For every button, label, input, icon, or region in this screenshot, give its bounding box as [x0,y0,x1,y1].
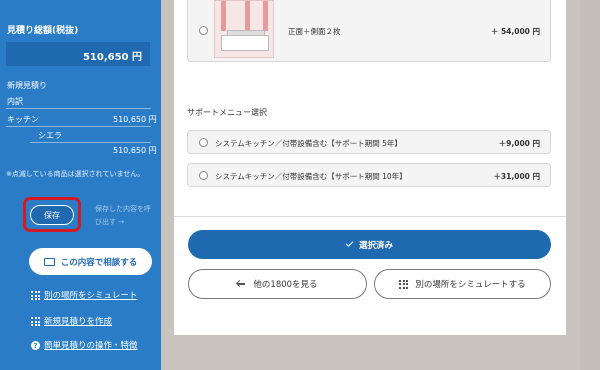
estimate-total-box: 510,650 円 [6,42,150,66]
new-estimate-link[interactable]: 新規見積りを作成 [44,315,112,327]
kitchen-thumbnail [214,0,274,58]
selected-button[interactable]: 選択済み [188,230,551,259]
main-panel: 正面＋側面２枚 ＋ 54,000 円 サポートメニュー選択 システムキッチン／付… [174,0,566,335]
page-scroll-area [580,0,600,370]
option-price: ＋31,000 円 [493,172,540,181]
option-price: ＋ 54,000 円 [490,27,540,36]
grid-icon [31,317,40,326]
help-icon: ? [31,341,40,350]
simulate-other-label: 別の場所をシミュレートする [415,280,526,290]
grid-icon [399,279,409,289]
estimate-total-value: 510,650 円 [82,52,142,63]
new-estimate-label: 新規見積り [7,81,47,90]
selected-button-label: 選択済み [358,240,393,251]
restore-saved-link[interactable]: 保存した内容を呼び出す → [95,203,157,229]
divider [174,216,566,217]
check-icon [345,239,354,247]
arrow-left-icon [237,283,246,285]
estimate-sidebar: 見積り総額(税抜) 510,650 円 新規見積り 内訳 キッチン 510,65… [0,0,161,370]
radio-button[interactable] [199,26,208,35]
divider [30,142,151,143]
help-link[interactable]: 簡単見積りの操作・特徴 [44,339,138,351]
save-button-highlight [23,197,81,232]
divider [6,126,151,127]
radio-button[interactable] [199,138,208,147]
support-option-5y[interactable]: システムキッチン／付帯設備含む【サポート期間 5年】 ＋9,000 円 [187,130,551,154]
grid-icon [31,291,40,300]
breakdown-item-price: 510,650 円 [113,115,157,124]
breakdown-item-name: キッチン [7,115,39,124]
simulate-other-button[interactable]: 別の場所をシミュレートする [374,269,551,299]
unselected-note: ※点滅している商品は選択されていません。 [6,170,145,178]
support-option-10y[interactable]: システムキッチン／付帯設備含む【サポート期間 10年】 ＋31,000 円 [187,163,551,187]
simulate-other-link[interactable]: 別の場所をシミュレート [44,289,137,301]
estimate-total-title: 見積り総額(税抜) [7,26,79,36]
option-label: 正面＋側面２枚 [288,27,341,36]
support-menu-title: サポートメニュー選択 [187,108,267,117]
breakdown-label: 内訳 [7,97,23,106]
option-label: システムキッチン／付帯設備含む【サポート期間 10年】 [215,172,407,181]
consult-button-label: この内容で相談する [60,257,138,268]
divider [6,108,151,109]
breakdown-item-price: 510,650 円 [113,146,157,155]
view-other-label: 他の1800を見る [253,280,318,290]
radio-button[interactable] [199,171,208,180]
mail-icon [43,257,55,266]
view-other-button[interactable]: 他の1800を見る [188,269,367,299]
breakdown-item-name: シエラ [38,131,62,140]
option-label: システムキッチン／付帯設備含む【サポート期間 5年】 [215,139,402,148]
consult-button[interactable]: この内容で相談する [29,248,152,275]
option-price: ＋9,000 円 [498,139,540,148]
image-option-card[interactable]: 正面＋側面２枚 ＋ 54,000 円 [187,0,551,62]
